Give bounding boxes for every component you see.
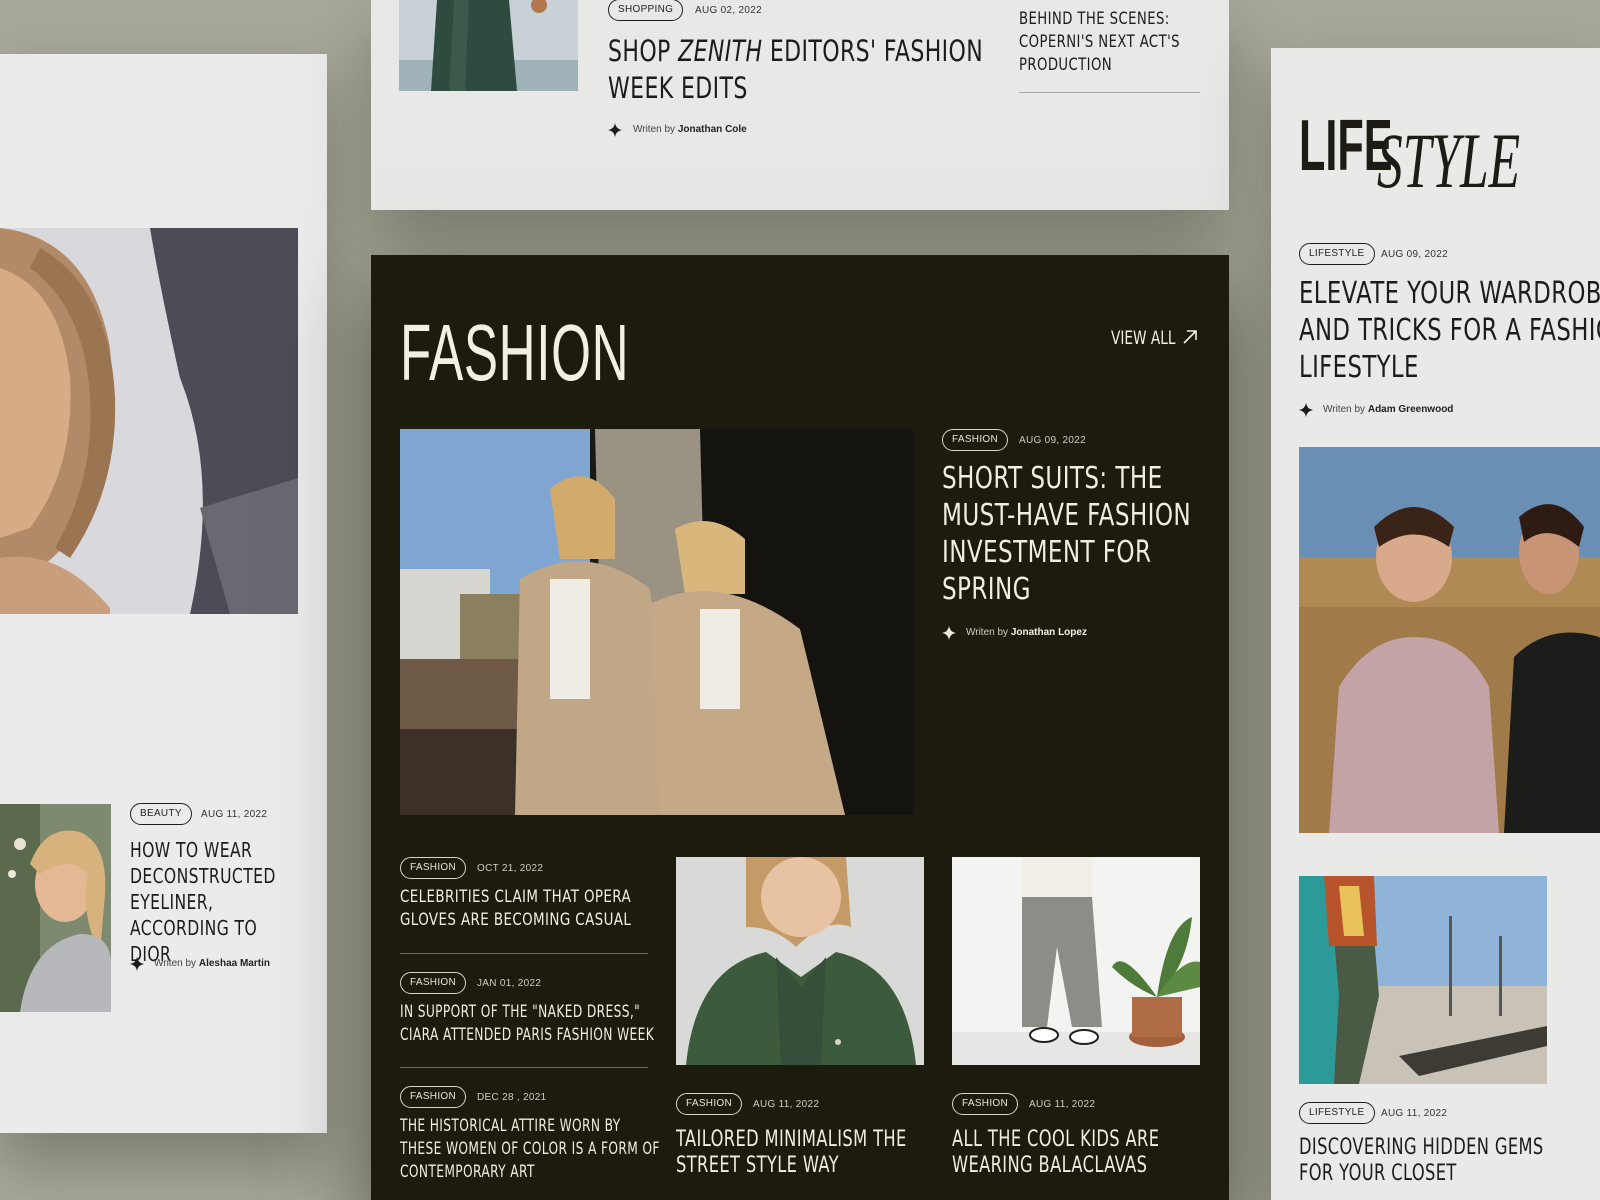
byline-prefix: Writen by bbox=[966, 627, 1009, 638]
card-tag[interactable]: FASHION bbox=[952, 1093, 1018, 1115]
list-tag[interactable]: FASHION bbox=[400, 857, 466, 879]
headline-line: MUST-HAVE FASHION bbox=[942, 498, 1192, 533]
side-divider bbox=[1019, 92, 1200, 93]
fashion-section: FASHION VIEW ALL FASHION AUG 09, 2022 SH… bbox=[371, 255, 1229, 1200]
lifestyle-byline: Writen by Adam Greenwood bbox=[1323, 404, 1453, 415]
headline-line: PRODUCTION bbox=[1019, 55, 1113, 75]
lifestyle-card-tag[interactable]: LIFESTYLE bbox=[1299, 1102, 1375, 1124]
side-headline[interactable]: BEHIND THE SCENES: COPERNI'S NEXT ACT'S … bbox=[1019, 8, 1180, 77]
headline-line: INVESTMENT FOR bbox=[942, 535, 1152, 570]
feature-byline: Writen by Jonathan Lopez bbox=[966, 627, 1087, 638]
headline-line: THE HISTORICAL ATTIRE WORN BY bbox=[400, 1116, 621, 1136]
byline-prefix: Writen by bbox=[633, 124, 676, 135]
headline-line: SPRING bbox=[942, 572, 1031, 607]
card-date: AUG 11, 2022 bbox=[753, 1099, 820, 1110]
feature-tag[interactable]: FASHION bbox=[942, 429, 1008, 451]
view-all-label: VIEW ALL bbox=[1111, 327, 1176, 349]
lifestyle-card-photo[interactable] bbox=[1299, 876, 1547, 1084]
top-article-panel: SHOPPING AUG 02, 2022 SHOP ZENITH EDITOR… bbox=[371, 0, 1229, 210]
headline-line: WEEK EDITS bbox=[608, 71, 748, 105]
sparkle-icon bbox=[1299, 403, 1313, 417]
headline-part: EDITORS' FASHION bbox=[762, 34, 984, 68]
headline-line: CONTEMPORARY ART bbox=[400, 1162, 535, 1182]
lifestyle-logo: LIFE STYLE bbox=[1299, 110, 1539, 200]
headline-line: TAILORED MINIMALISM THE bbox=[676, 1127, 907, 1152]
view-all-link[interactable]: VIEW ALL bbox=[1111, 325, 1201, 349]
beauty-tag[interactable]: BEAUTY bbox=[130, 803, 192, 825]
left-article-panel: BEAUTY AUG 11, 2022 HOW TO WEAR DECONSTR… bbox=[0, 54, 327, 1133]
section-title: FASHION bbox=[400, 308, 630, 397]
shopping-headline[interactable]: SHOP ZENITH EDITORS' FASHION WEEK EDITS bbox=[608, 33, 983, 107]
short-suits-photo[interactable] bbox=[400, 429, 913, 815]
headline-line: DECONSTRUCTED bbox=[130, 864, 276, 888]
card-headline[interactable]: TAILORED MINIMALISM THE STREET STYLE WAY bbox=[676, 1127, 907, 1179]
sparkle-icon bbox=[608, 123, 622, 137]
beauty-byline: Writen by Aleshaa Martin bbox=[154, 958, 270, 969]
headline-line: CIARA ATTENDED PARIS FASHION WEEK bbox=[400, 1025, 655, 1045]
list-date: JAN 01, 2022 bbox=[477, 978, 542, 989]
headline-line: STREET STYLE WAY bbox=[676, 1153, 839, 1178]
headline-line: ELEVATE YOUR WARDROBE: T bbox=[1299, 276, 1600, 311]
headline-line: SHOP ZENITH EDITORS' FASHION bbox=[608, 33, 983, 70]
list-headline[interactable]: THE HISTORICAL ATTIRE WORN BY THESE WOME… bbox=[400, 1115, 660, 1184]
headline-line: COPERNI'S NEXT ACT'S bbox=[1019, 32, 1180, 52]
headline-line: IN SUPPORT OF THE "NAKED DRESS," bbox=[400, 1002, 641, 1022]
lifestyle-date: AUG 09, 2022 bbox=[1381, 249, 1448, 260]
shopping-byline: Writen by Jonathan Cole bbox=[633, 124, 747, 135]
balaclava-photo[interactable] bbox=[952, 857, 1200, 1065]
list-date: DEC 28 , 2021 bbox=[477, 1092, 547, 1103]
author-link[interactable]: Jonathan Cole bbox=[678, 124, 747, 135]
headline-line: ALL THE COOL KIDS ARE bbox=[952, 1127, 1160, 1152]
headline-line: AND TRICKS FOR A FASHION bbox=[1299, 313, 1600, 348]
list-headline[interactable]: IN SUPPORT OF THE "NAKED DRESS," CIARA A… bbox=[400, 1001, 654, 1047]
shopping-thumbnail[interactable] bbox=[399, 0, 578, 91]
sparkle-icon bbox=[942, 626, 956, 640]
lifestyle-card-date: AUG 11, 2022 bbox=[1381, 1108, 1448, 1119]
headline-line: DISCOVERING HIDDEN GEMS bbox=[1299, 1135, 1544, 1160]
list-tag[interactable]: FASHION bbox=[400, 1086, 466, 1108]
lifestyle-tag[interactable]: LIFESTYLE bbox=[1299, 243, 1375, 265]
headline-line: THESE WOMEN OF COLOR IS A FORM OF bbox=[400, 1139, 660, 1159]
card-headline[interactable]: ALL THE COOL KIDS ARE WEARING BALACLAVAS bbox=[952, 1127, 1159, 1179]
beauty-headline[interactable]: HOW TO WEAR DECONSTRUCTED EYELINER, ACCO… bbox=[130, 837, 284, 967]
list-tag[interactable]: FASHION bbox=[400, 972, 466, 994]
author-link[interactable]: Aleshaa Martin bbox=[199, 958, 270, 969]
list-divider bbox=[400, 953, 648, 954]
lifestyle-feature-photo[interactable] bbox=[1299, 447, 1600, 833]
feature-headline[interactable]: SHORT SUITS: THE MUST-HAVE FASHION INVES… bbox=[942, 460, 1191, 608]
logo-italic: STYLE bbox=[1377, 117, 1521, 204]
headline-line: LIFESTYLE bbox=[1299, 350, 1419, 385]
list-date: OCT 21, 2022 bbox=[477, 863, 544, 874]
byline-prefix: Writen by bbox=[1323, 404, 1366, 415]
headline-line: FOR YOUR CLOSET bbox=[1299, 1161, 1457, 1186]
headline-line: BEHIND THE SCENES: bbox=[1019, 9, 1170, 29]
shopping-date: AUG 02, 2022 bbox=[695, 5, 762, 16]
sparkle-icon bbox=[130, 957, 144, 971]
byline-prefix: Writen by bbox=[154, 958, 197, 969]
lifestyle-headline[interactable]: ELEVATE YOUR WARDROBE: T AND TRICKS FOR … bbox=[1299, 275, 1600, 386]
card-date: AUG 11, 2022 bbox=[1029, 1099, 1096, 1110]
brand-name: ZENITH bbox=[678, 34, 763, 68]
shopping-tag[interactable]: SHOPPING bbox=[608, 0, 684, 21]
beauty-portrait-photo[interactable] bbox=[0, 228, 298, 614]
beauty-card-thumbnail[interactable] bbox=[0, 804, 111, 1012]
green-shirt-photo[interactable] bbox=[676, 857, 924, 1065]
author-link[interactable]: Adam Greenwood bbox=[1368, 404, 1454, 415]
lifestyle-section: LIFE STYLE LIFESTYLE AUG 09, 2022 ELEVAT… bbox=[1271, 48, 1600, 1200]
headline-line: EYELINER, bbox=[130, 890, 214, 914]
author-link[interactable]: Jonathan Lopez bbox=[1011, 627, 1087, 638]
headline-line: CELEBRITIES CLAIM THAT OPERA bbox=[400, 887, 632, 907]
arrow-up-right-icon bbox=[1183, 330, 1197, 344]
headline-line: GLOVES ARE BECOMING CASUAL bbox=[400, 910, 632, 930]
headline-line: HOW TO WEAR bbox=[130, 838, 253, 862]
list-divider bbox=[400, 1067, 648, 1068]
list-headline[interactable]: CELEBRITIES CLAIM THAT OPERA GLOVES ARE … bbox=[400, 886, 631, 932]
beauty-date: AUG 11, 2022 bbox=[201, 809, 268, 820]
feature-date: AUG 09, 2022 bbox=[1019, 435, 1086, 446]
card-tag[interactable]: FASHION bbox=[676, 1093, 742, 1115]
headline-part: SHOP bbox=[608, 34, 679, 68]
headline-line: WEARING BALACLAVAS bbox=[952, 1153, 1148, 1178]
headline-line: SHORT SUITS: THE bbox=[942, 461, 1163, 496]
lifestyle-card-headline[interactable]: DISCOVERING HIDDEN GEMS FOR YOUR CLOSET bbox=[1299, 1135, 1544, 1187]
